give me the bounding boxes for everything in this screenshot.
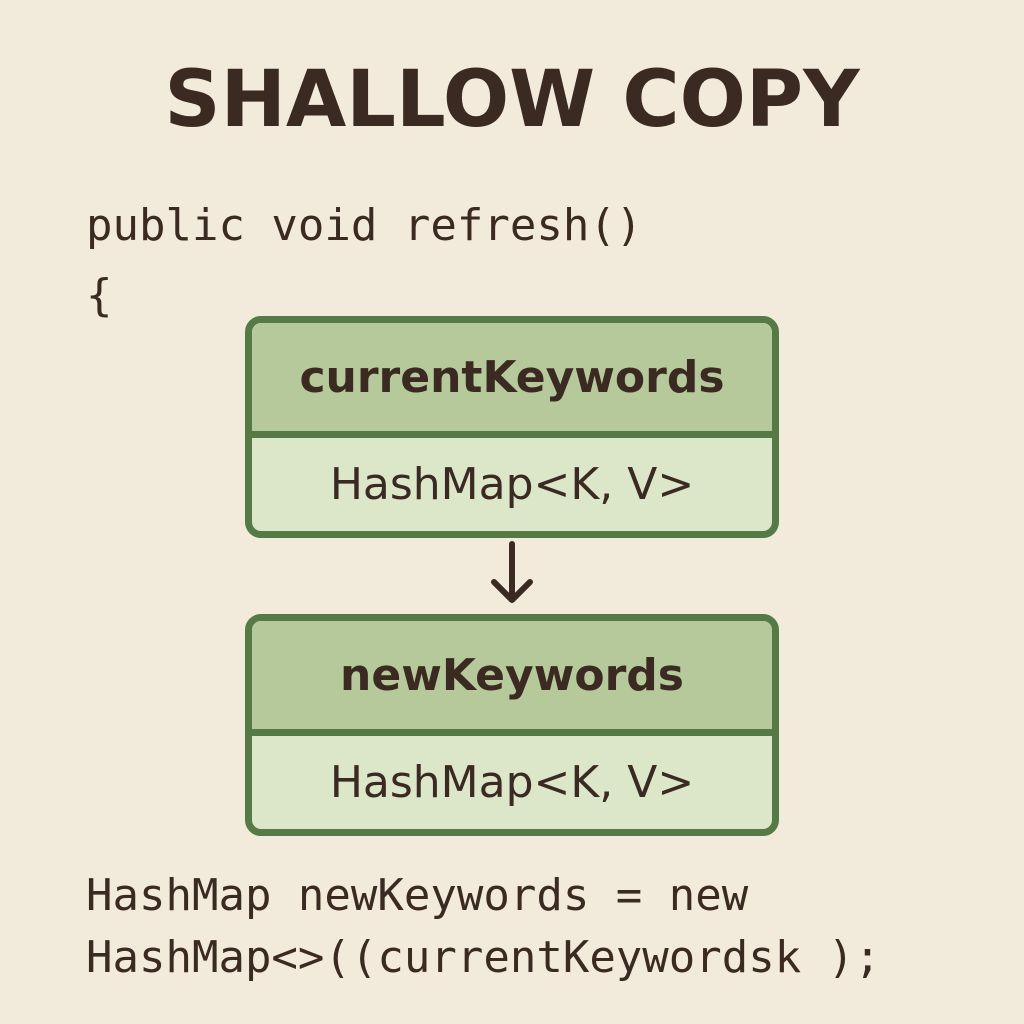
method-signature: public void refresh() [86, 200, 643, 251]
statement-line-1: HashMap newKeywords = new [86, 870, 749, 921]
new-keywords-type: HashMap<K, V> [329, 757, 695, 808]
arrow-down-icon [491, 541, 533, 603]
diagram-title: SHALLOW COPY [164, 55, 860, 145]
statement-line-2: HashMap<>((currentKeywordsk ); [86, 932, 881, 983]
current-keywords-name: currentKeywords [252, 323, 772, 438]
open-brace: { [86, 270, 113, 321]
current-keywords-box: currentKeywords HashMap<K, V> [245, 316, 779, 538]
new-keywords-box: newKeywords HashMap<K, V> [245, 614, 779, 836]
new-keywords-name: newKeywords [252, 621, 772, 736]
current-keywords-type: HashMap<K, V> [329, 459, 695, 510]
